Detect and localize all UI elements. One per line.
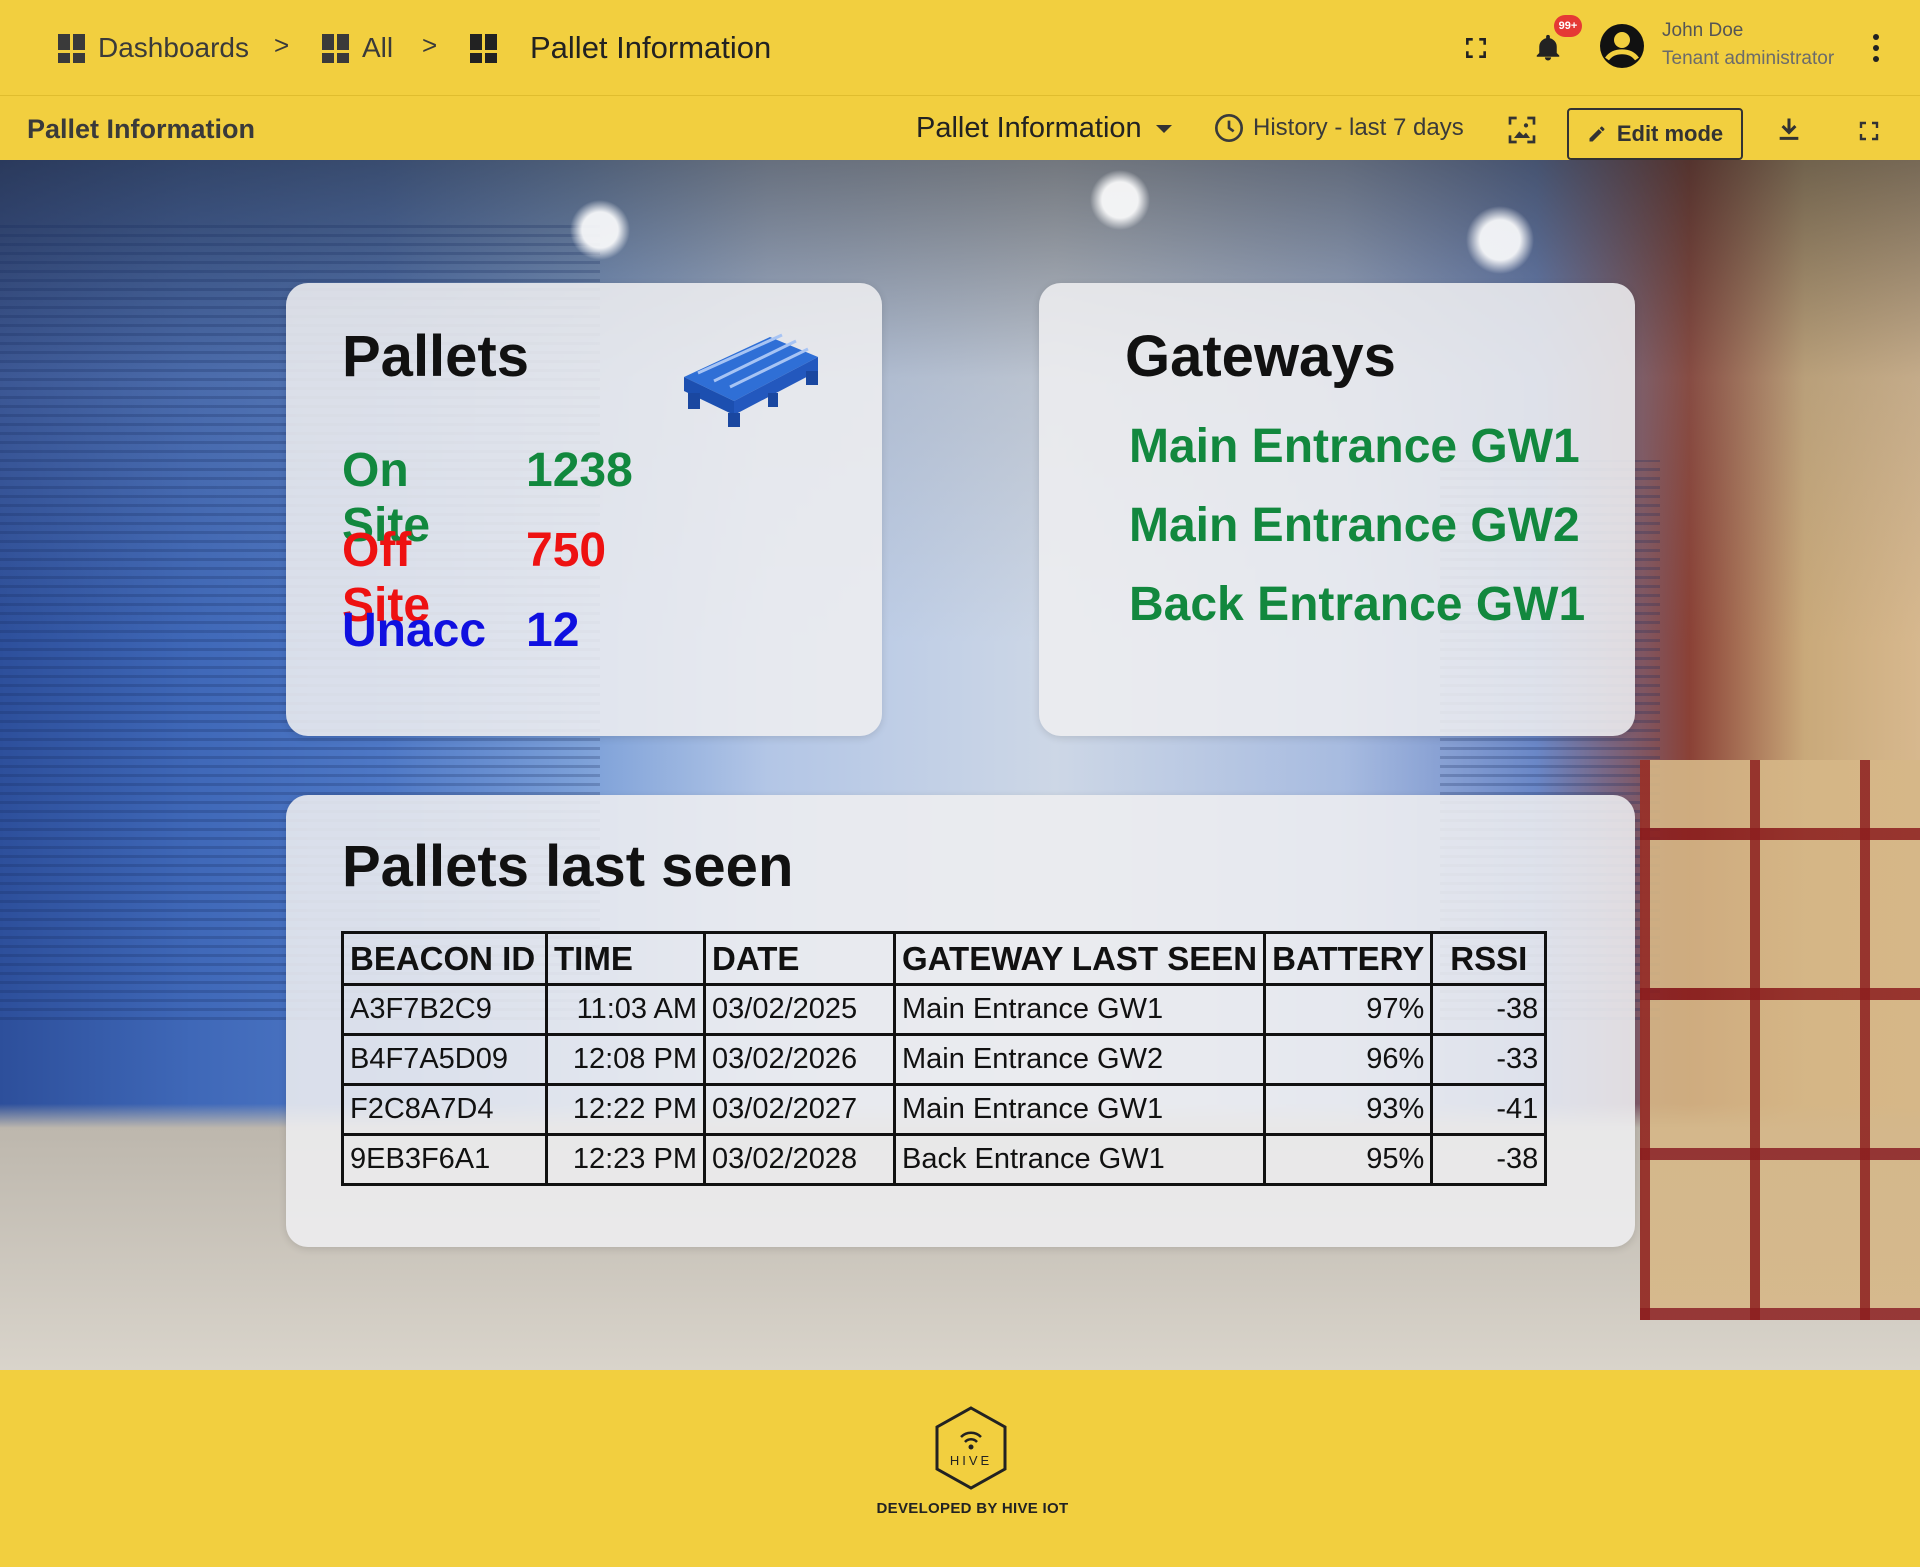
cell-time: 11:03 AM [545,983,706,1036]
cell-battery: 95% [1263,1133,1434,1186]
breadcrumb-separator: > [274,30,290,60]
fullscreen-button[interactable] [1458,30,1494,66]
cell-gateway: Main Entrance GW1 [892,983,1267,1036]
bell-icon [1536,34,1560,61]
fullscreen-icon [1466,38,1486,58]
cell-battery: 96% [1263,1033,1434,1086]
table-row: A3F7B2C9 11:03 AM 03/02/2025 Main Entran… [341,983,1548,1036]
stat-value: 750 [526,524,607,577]
history-timewindow[interactable]: History - last 7 days [1213,112,1464,144]
column-header: RSSI [1430,931,1548,986]
developed-by-text: DEVELOPED BY HIVE IOT [876,1500,1069,1517]
breadcrumb-dashboards[interactable]: Dashboards [58,28,249,68]
download-icon [1779,118,1799,140]
breadcrumb-label: Dashboards [98,32,249,63]
table-row: 9EB3F6A1 12:23 PM 03/02/2028 Back Entran… [341,1133,1548,1186]
user-name: John Doe [1662,20,1744,41]
cell-date: 03/02/2026 [703,1033,896,1086]
cell-beacon-id: B4F7A5D09 [341,1033,548,1086]
footer: HIVE DEVELOPED BY HIVE IOT [0,1370,1920,1567]
last-seen-title: Pallets last seen [342,834,794,899]
column-header: TIME [545,931,706,986]
table-row: B4F7A5D09 12:08 PM 03/02/2026 Main Entra… [341,1033,1548,1086]
cell-rssi: -33 [1430,1033,1548,1086]
column-header: BATTERY [1263,931,1434,986]
breadcrumb-all[interactable]: All [322,28,393,68]
clock-icon [1215,114,1243,142]
cell-time: 12:22 PM [545,1083,706,1136]
edit-mode-label: Edit mode [1616,121,1724,146]
gateway-item: Back Entrance GW1 [1129,578,1586,631]
stat-value: 1238 [526,444,633,497]
cell-time: 12:08 PM [545,1033,706,1086]
dashboard-icon [470,34,498,63]
dashboard-icon [58,34,86,63]
table-header-row: BEACON ID TIME DATE GATEWAY LAST SEEN BA… [341,931,1548,986]
column-header: DATE [703,931,896,986]
dashboard-toolbar: Pallet Information Pallet Information Hi… [0,95,1920,160]
cell-beacon-id: F2C8A7D4 [341,1083,548,1136]
image-icon [1508,116,1536,144]
gateway-item: Main Entrance GW1 [1129,420,1580,473]
breadcrumb-label: All [362,32,394,63]
chevron-down-icon [1155,124,1172,133]
hive-logo: HIVE [935,1406,1007,1490]
cell-date: 03/02/2025 [703,983,896,1036]
dashboard-title: Pallet Information [27,114,256,144]
breadcrumb-current: Pallet Information [470,28,771,68]
state-select-value: Pallet Information [916,112,1142,144]
dashboard-icon [322,34,350,63]
state-select[interactable]: Pallet Information [916,112,1172,145]
pallets-title: Pallets [342,324,529,389]
stat-value: 12 [526,604,580,657]
image-button[interactable] [1504,112,1540,148]
cell-rssi: -38 [1430,1133,1548,1186]
table-row: F2C8A7D4 12:22 PM 03/02/2027 Main Entran… [341,1083,1548,1136]
cell-time: 12:23 PM [545,1133,706,1186]
gateway-item: Main Entrance GW2 [1129,499,1580,552]
last-seen-table: BEACON ID TIME DATE GATEWAY LAST SEEN BA… [341,931,1548,1186]
top-navbar: Dashboards > All > Pallet Information 99… [0,0,1920,95]
cell-beacon-id: 9EB3F6A1 [341,1133,548,1186]
cell-rssi: -38 [1430,983,1548,1036]
hive-logo-text: HIVE [950,1453,992,1468]
cell-date: 03/02/2028 [703,1133,896,1186]
download-button[interactable] [1772,112,1806,146]
breadcrumb-label: Pallet Information [530,30,772,65]
pallets-card: Pallets On Site 1238 Off Site 750 Unacc … [286,283,882,736]
pallet-icon [684,333,818,427]
cell-battery: 93% [1263,1083,1434,1136]
cell-date: 03/02/2027 [703,1083,896,1136]
cell-gateway: Main Entrance GW1 [892,1083,1267,1136]
expand-button[interactable] [1852,114,1886,148]
edit-mode-button[interactable]: Edit mode [1567,108,1743,160]
cell-gateway: Back Entrance GW1 [892,1133,1267,1186]
cell-beacon-id: A3F7B2C9 [341,983,548,1036]
more-vertical-icon [1873,34,1879,62]
stat-label: Unacc [342,604,487,657]
column-header: BEACON ID [341,931,548,986]
more-menu-button[interactable] [1866,28,1886,68]
cell-gateway: Main Entrance GW2 [892,1033,1267,1086]
user-role: Tenant administrator [1662,48,1835,69]
account-circle-icon [1600,24,1644,68]
notification-badge: 99+ [1554,15,1582,37]
history-label: History - last 7 days [1253,114,1464,141]
cell-rssi: -41 [1430,1083,1548,1136]
pencil-icon [1589,126,1605,142]
gateways-card: Gateways Main Entrance GW1 Main Entrance… [1039,283,1635,736]
rack-decoration [1640,760,1920,1320]
column-header: GATEWAY LAST SEEN [892,931,1267,986]
cell-battery: 97% [1263,983,1434,1036]
gateways-title: Gateways [1125,324,1396,389]
fullscreen-icon [1859,121,1879,141]
breadcrumb-separator: > [422,30,438,60]
avatar[interactable] [1598,22,1646,70]
